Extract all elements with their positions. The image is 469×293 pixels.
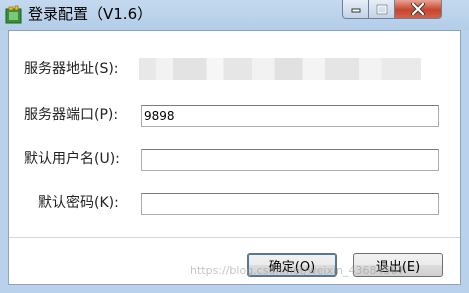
maximize-button[interactable] bbox=[369, 0, 395, 19]
default-password-field[interactable] bbox=[141, 193, 439, 215]
maximize-icon bbox=[376, 4, 387, 14]
login-config-window: 登录配置（V1.6） 服务器地址(S): 服务器端口(P): 默认用户名(U): bbox=[0, 0, 469, 293]
server-address-field-redacted[interactable] bbox=[139, 58, 421, 80]
server-port-label: 服务器端口(P): bbox=[24, 107, 119, 123]
app-icon bbox=[5, 5, 22, 24]
server-address-label: 服务器地址(S): bbox=[24, 61, 119, 77]
divider bbox=[9, 237, 460, 238]
minimize-icon bbox=[351, 8, 360, 13]
server-port-field[interactable] bbox=[141, 105, 439, 127]
default-username-label: 默认用户名(U): bbox=[24, 151, 120, 167]
close-button[interactable] bbox=[395, 0, 442, 19]
default-username-field[interactable] bbox=[141, 149, 439, 171]
watermark: https://blog.csdn.net/weixin_43684567 bbox=[190, 264, 405, 277]
window-title: 登录配置（V1.6） bbox=[28, 5, 153, 23]
close-icon bbox=[411, 3, 425, 15]
title-bar[interactable]: 登录配置（V1.6） bbox=[0, 0, 469, 30]
default-password-label: 默认密码(K): bbox=[38, 195, 119, 211]
minimize-button[interactable] bbox=[342, 0, 369, 19]
dialog-body: 服务器地址(S): 服务器端口(P): 默认用户名(U): 默认密码(K): 确… bbox=[8, 30, 461, 285]
